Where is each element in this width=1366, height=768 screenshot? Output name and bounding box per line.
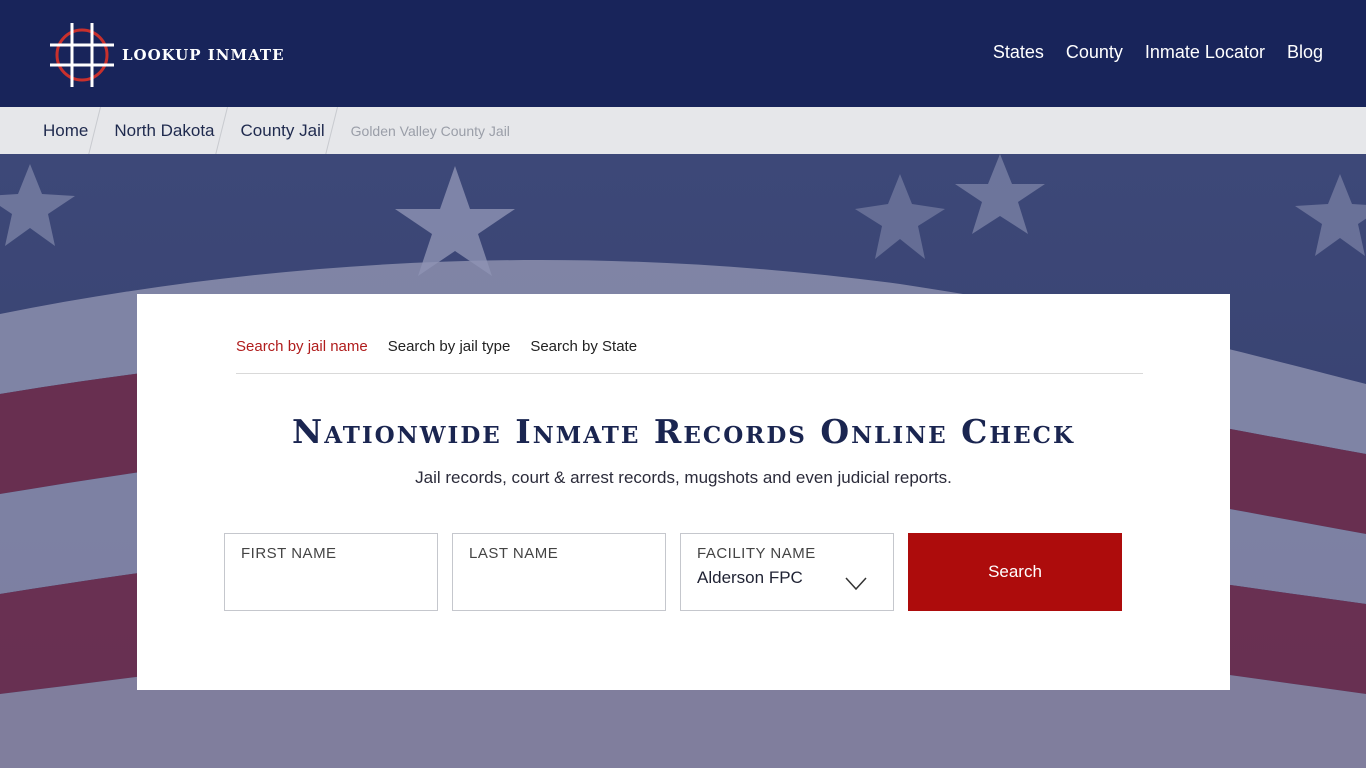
breadcrumb: Home North Dakota County Jail Golden Val… [0, 107, 1366, 154]
nav-blog[interactable]: Blog [1287, 42, 1323, 63]
last-name-label: LAST NAME [469, 545, 559, 562]
last-name-field[interactable]: LAST NAME [452, 533, 666, 611]
nav-inmate-locator[interactable]: Inmate Locator [1145, 42, 1265, 63]
first-name-input[interactable] [241, 568, 421, 588]
breadcrumb-county-jail[interactable]: County Jail [241, 121, 325, 141]
search-button[interactable]: Search [908, 533, 1122, 611]
logo-text: LOOKUP INMATE [122, 46, 285, 64]
breadcrumb-home[interactable]: Home [43, 121, 88, 141]
tab-search-by-jail-type[interactable]: Search by jail type [388, 338, 511, 373]
search-subtitle: Jail records, court & arrest records, mu… [415, 468, 952, 487]
site-logo[interactable]: LOOKUP INMATE [48, 21, 285, 89]
first-name-field[interactable]: FIRST NAME [224, 533, 438, 611]
breadcrumb-current: Golden Valley County Jail [350, 122, 510, 139]
tab-search-by-state[interactable]: Search by State [530, 338, 637, 373]
breadcrumb-separator [219, 107, 237, 154]
first-name-label: FIRST NAME [241, 545, 337, 562]
nav-county[interactable]: County [1066, 42, 1123, 63]
crosshair-logo-icon [50, 23, 114, 87]
chevron-down-icon [845, 577, 867, 591]
main-nav: States County Inmate Locator Blog [993, 42, 1323, 63]
breadcrumb-separator [92, 107, 110, 154]
tab-search-by-jail-name[interactable]: Search by jail name [236, 338, 368, 373]
nav-states[interactable]: States [993, 42, 1044, 63]
facility-name-select[interactable]: FACILITY NAME Alderson FPC [680, 533, 894, 611]
site-header: LOOKUP INMATE States County Inmate Locat… [0, 0, 1366, 107]
breadcrumb-state[interactable]: North Dakota [114, 121, 214, 141]
search-tabs: Search by jail name Search by jail type … [236, 338, 1143, 374]
search-card: Search by jail name Search by jail type … [137, 294, 1230, 690]
last-name-input[interactable] [469, 568, 649, 588]
breadcrumb-separator [329, 107, 347, 154]
search-title: Nationwide Inmate Records Online Check [292, 412, 1075, 451]
facility-name-label: FACILITY NAME [697, 545, 816, 562]
